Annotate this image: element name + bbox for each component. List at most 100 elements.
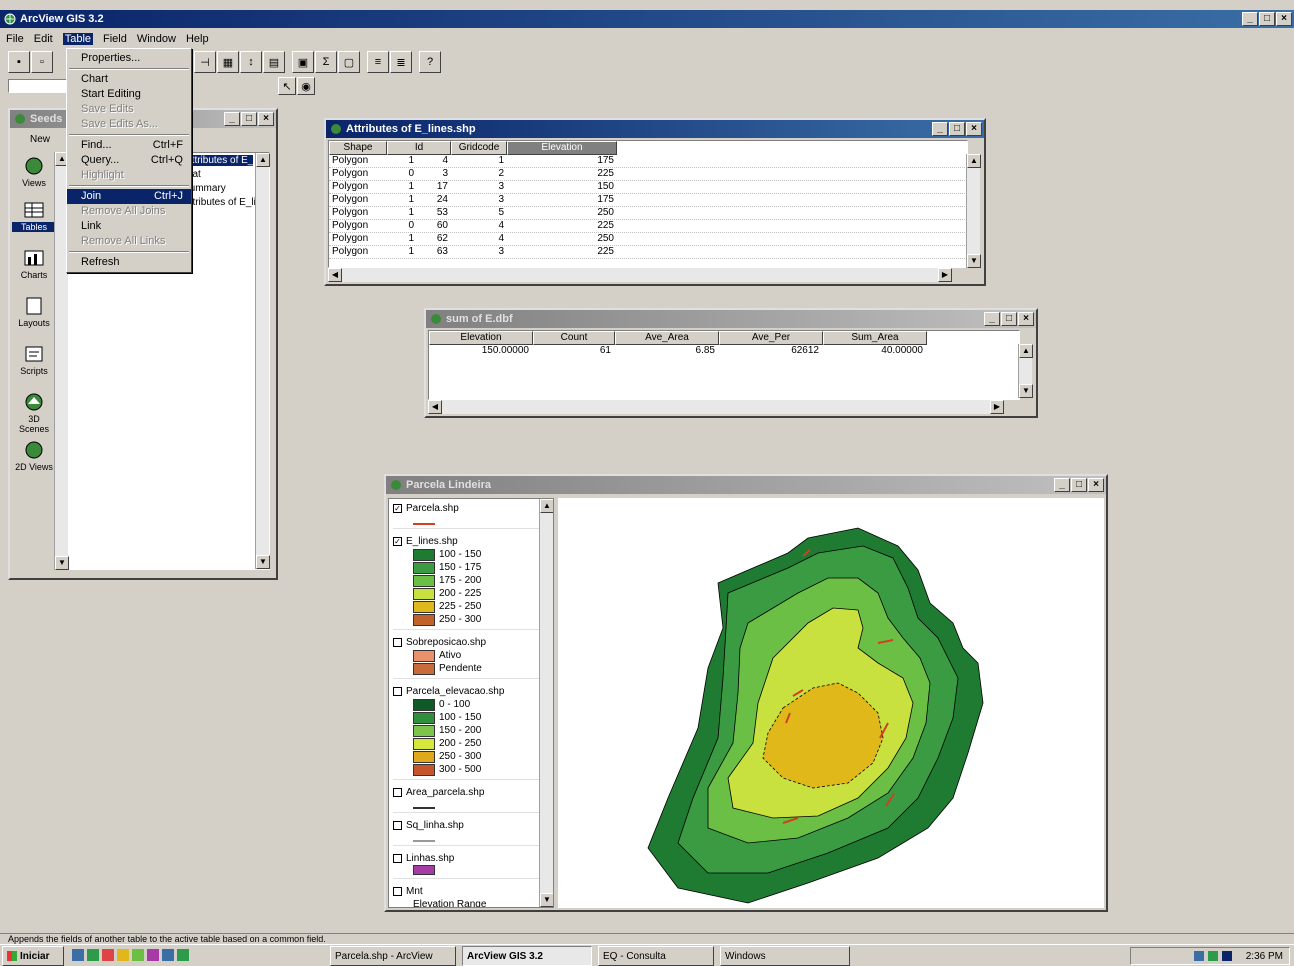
- table-row[interactable]: Polygon 1 4 1 175: [329, 155, 967, 168]
- menu-help[interactable]: Help: [186, 33, 209, 45]
- table-menu-item[interactable]: Join Ctrl+J: [67, 189, 191, 204]
- doc-icon-scripts[interactable]: Scripts: [18, 344, 50, 376]
- scroll-left-icon[interactable]: ◀: [428, 400, 442, 414]
- doc-icon-2d-views[interactable]: 2D Views: [12, 440, 56, 472]
- table-menu-item[interactable]: Link: [67, 219, 191, 234]
- field-entry-box[interactable]: [8, 79, 68, 93]
- edit-tool-icon[interactable]: ◉: [297, 77, 315, 95]
- theme-visibility-checkbox[interactable]: [393, 637, 402, 647]
- minimize-icon[interactable]: _: [224, 112, 240, 126]
- scroll-up-icon[interactable]: ▲: [256, 153, 270, 167]
- tray-icon[interactable]: [1207, 951, 1218, 961]
- scroll-down-icon[interactable]: ▼: [1019, 384, 1033, 398]
- sort-icon[interactable]: ↕: [240, 51, 262, 73]
- minimize-icon[interactable]: _: [932, 122, 948, 136]
- table-row[interactable]: Polygon 0 3 2 225: [329, 168, 967, 181]
- print-icon[interactable]: ▫: [31, 51, 53, 73]
- legend-theme[interactable]: Mnt Elevation Range: [393, 884, 549, 907]
- doc-list-item[interactable]: Attributes of E_lines.shp: [183, 155, 253, 166]
- table-menu-item[interactable]: Find... Ctrl+F: [67, 138, 191, 153]
- column-header[interactable]: Ave_Per: [719, 331, 823, 345]
- minimize-icon[interactable]: _: [984, 312, 1000, 326]
- save-icon[interactable]: ▪: [8, 51, 30, 73]
- restore-icon[interactable]: □: [1071, 478, 1087, 492]
- quick-launch-icon[interactable]: [162, 949, 174, 961]
- table-menu-item[interactable]: Highlight: [67, 168, 191, 183]
- tray-icon[interactable]: [1193, 951, 1204, 961]
- summary-vscroll[interactable]: ▲ ▼: [1018, 344, 1033, 398]
- menu-field[interactable]: Field: [103, 33, 127, 45]
- attributes-vscroll[interactable]: ▲ ▼: [966, 154, 981, 268]
- sort-descending-icon[interactable]: ≣: [390, 51, 412, 73]
- theme-visibility-checkbox[interactable]: [393, 686, 402, 696]
- table-menu-item[interactable]: Save Edits: [67, 102, 191, 117]
- table-menu-item[interactable]: Query... Ctrl+Q: [67, 153, 191, 168]
- menu-window[interactable]: Window: [137, 33, 176, 45]
- legend-scrollbar[interactable]: ▲ ▼: [539, 499, 553, 907]
- summarize-icon[interactable]: Σ: [315, 51, 337, 73]
- column-header[interactable]: Count: [533, 331, 615, 345]
- quick-launch-icon[interactable]: [132, 949, 144, 961]
- menu-table[interactable]: Table: [62, 33, 93, 45]
- scroll-left-icon[interactable]: ◀: [328, 268, 342, 282]
- table-row[interactable]: Polygon 1 24 3 175: [329, 194, 967, 207]
- quick-launch-icon[interactable]: [102, 949, 114, 961]
- taskbar-button[interactable]: EQ - Consulta: [598, 946, 714, 966]
- calculate-icon[interactable]: ▢: [338, 51, 360, 73]
- table-row[interactable]: Polygon 0 60 4 225: [329, 220, 967, 233]
- theme-visibility-checkbox[interactable]: ✓: [393, 503, 402, 513]
- join-icon[interactable]: ⊣: [194, 51, 216, 73]
- close-icon[interactable]: ×: [258, 112, 274, 126]
- legend-theme[interactable]: Sq_linha.shp: [393, 818, 549, 846]
- restore-icon[interactable]: □: [1259, 12, 1275, 26]
- query-icon[interactable]: ▤: [263, 51, 285, 73]
- table-menu-item[interactable]: Refresh: [67, 255, 191, 270]
- table-menu-item[interactable]: Save Edits As...: [67, 117, 191, 132]
- project-list-scrollbar[interactable]: ▲ ▼: [255, 153, 270, 569]
- column-header[interactable]: Gridcode: [451, 141, 507, 155]
- legend-theme[interactable]: Parcela_elevacao.shp 0 - 100 100 - 150 150 …: [393, 684, 549, 780]
- doc-list-item[interactable]: Attributes of E_lines.shp: [183, 197, 263, 208]
- close-icon[interactable]: ×: [1276, 12, 1292, 26]
- promote-icon[interactable]: ▣: [292, 51, 314, 73]
- scroll-right-icon[interactable]: ▶: [938, 268, 952, 282]
- close-icon[interactable]: ×: [1018, 312, 1034, 326]
- table-row[interactable]: Polygon 1 53 5 250: [329, 207, 967, 220]
- column-header[interactable]: Sum_Area: [823, 331, 927, 345]
- doc-icon-3d-scenes[interactable]: 3D Scenes: [12, 392, 56, 434]
- sort-ascending-icon[interactable]: ≡: [367, 51, 389, 73]
- map-canvas[interactable]: [558, 498, 1104, 908]
- attributes-hscroll[interactable]: ◀ ▶: [328, 268, 952, 282]
- taskbar-button[interactable]: Parcela.shp - ArcView: [330, 946, 456, 966]
- taskbar-button[interactable]: Windows: [720, 946, 850, 966]
- column-header[interactable]: Shape: [329, 141, 387, 155]
- quick-launch-icon[interactable]: [177, 949, 189, 961]
- restore-icon[interactable]: □: [1001, 312, 1017, 326]
- doc-icon-charts[interactable]: Charts: [18, 248, 50, 280]
- quick-launch-icon[interactable]: [147, 949, 159, 961]
- column-header[interactable]: Elevation: [429, 331, 533, 345]
- doc-icon-layouts[interactable]: Layouts: [18, 296, 50, 328]
- column-header[interactable]: Id: [387, 141, 451, 155]
- restore-icon[interactable]: □: [241, 112, 257, 126]
- theme-visibility-checkbox[interactable]: [393, 820, 402, 830]
- scroll-up-icon[interactable]: ▲: [1019, 344, 1033, 358]
- minimize-icon[interactable]: _: [1242, 12, 1258, 26]
- legend-theme[interactable]: Area_parcela.shp: [393, 785, 549, 813]
- help-icon[interactable]: ?: [419, 51, 441, 73]
- close-icon[interactable]: ×: [966, 122, 982, 136]
- summary-row[interactable]: 150.00000 61 6.85 62612 40.00000: [429, 345, 1019, 358]
- menu-file[interactable]: File: [6, 33, 24, 45]
- table-menu-item[interactable]: Remove All Joins: [67, 204, 191, 219]
- legend-theme[interactable]: ✓ Parcela.shp: [393, 501, 549, 529]
- taskbar-button-active[interactable]: ArcView GIS 3.2: [462, 946, 592, 966]
- doc-icon-views[interactable]: Views: [18, 156, 50, 188]
- quick-launch-icon[interactable]: [117, 949, 129, 961]
- scroll-up-icon[interactable]: ▲: [540, 499, 553, 513]
- legend-theme[interactable]: ✓ E_lines.shp 100 - 150 150 - 175 175 - 200 2…: [393, 534, 549, 630]
- summary-hscroll[interactable]: ◀ ▶: [428, 400, 1004, 414]
- start-button[interactable]: Iniciar: [2, 946, 64, 966]
- legend-theme[interactable]: Linhas.shp: [393, 851, 549, 879]
- table-row[interactable]: Polygon 1 62 4 250: [329, 233, 967, 246]
- scroll-down-icon[interactable]: ▼: [967, 254, 981, 268]
